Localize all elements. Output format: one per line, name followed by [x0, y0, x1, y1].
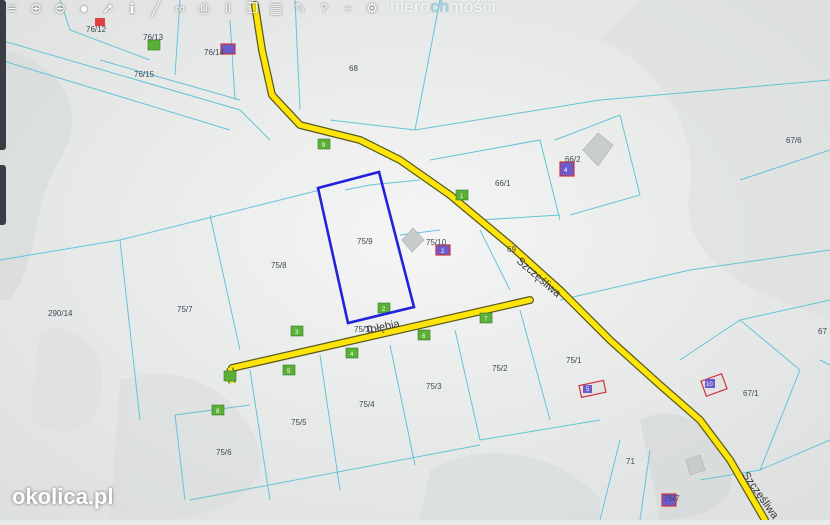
- link-icon[interactable]: ∞: [170, 0, 190, 16]
- svg-text:71: 71: [626, 457, 635, 466]
- svg-text:76/13: 76/13: [143, 33, 164, 42]
- measure-icon[interactable]: ╱: [146, 0, 166, 16]
- svg-text:75/6: 75/6: [216, 448, 232, 457]
- svg-text:75/2: 75/2: [492, 364, 508, 373]
- pointer-icon[interactable]: ➚: [98, 0, 118, 16]
- location-icon[interactable]: ⌖: [338, 0, 358, 16]
- circle-icon[interactable]: ●: [74, 0, 94, 16]
- svg-text:75/7: 75/7: [177, 305, 193, 314]
- svg-text:75/1: 75/1: [566, 356, 582, 365]
- svg-text:75/8: 75/8: [271, 261, 287, 270]
- menu-icon[interactable]: ≡: [2, 0, 22, 16]
- svg-text:68: 68: [349, 64, 358, 73]
- svg-text:290/14: 290/14: [48, 309, 73, 318]
- svg-text:67/6: 67/6: [786, 136, 802, 145]
- download-icon[interactable]: ⇩: [218, 0, 238, 16]
- brand-logo: nierochmości: [390, 0, 497, 16]
- print-icon[interactable]: ⎙: [194, 0, 214, 16]
- svg-text:75/10: 75/10: [426, 238, 447, 247]
- svg-text:69: 69: [507, 245, 516, 254]
- svg-text:75/4: 75/4: [359, 400, 375, 409]
- info-icon[interactable]: ℹ: [122, 0, 142, 16]
- side-panel-handle-bottom[interactable]: [0, 165, 6, 225]
- svg-text:75/3: 75/3: [426, 382, 442, 391]
- help-icon[interactable]: ?: [314, 0, 334, 16]
- map-view[interactable]: Szczęśliwa Szczęśliwa Tołębia 4 2 5 10 9: [0, 0, 830, 524]
- copy-icon[interactable]: ❐: [242, 0, 262, 16]
- svg-text:66/2: 66/2: [565, 155, 581, 164]
- building-label: 10: [706, 382, 713, 388]
- zoom-out-icon[interactable]: ⊖: [50, 0, 70, 16]
- settings-icon[interactable]: ⚙: [362, 0, 382, 16]
- svg-text:75/11: 75/11: [354, 325, 374, 334]
- svg-text:76/7: 76/7: [664, 494, 680, 503]
- layers-icon[interactable]: ▦: [266, 0, 286, 16]
- svg-text:75/5: 75/5: [291, 418, 307, 427]
- comment-icon[interactable]: ✎: [290, 0, 310, 16]
- svg-text:66/1: 66/1: [495, 179, 511, 188]
- side-panel-handle-top[interactable]: [0, 0, 6, 150]
- zoom-in-icon[interactable]: ⊕: [26, 0, 46, 16]
- svg-text:76/12: 76/12: [86, 25, 107, 34]
- svg-text:67/1: 67/1: [743, 389, 759, 398]
- watermark: okolica.pl: [12, 484, 114, 509]
- svg-text:75/9: 75/9: [357, 237, 373, 246]
- svg-text:67: 67: [818, 327, 827, 336]
- svg-text:76/15: 76/15: [134, 70, 155, 79]
- svg-text:76/14: 76/14: [204, 48, 225, 57]
